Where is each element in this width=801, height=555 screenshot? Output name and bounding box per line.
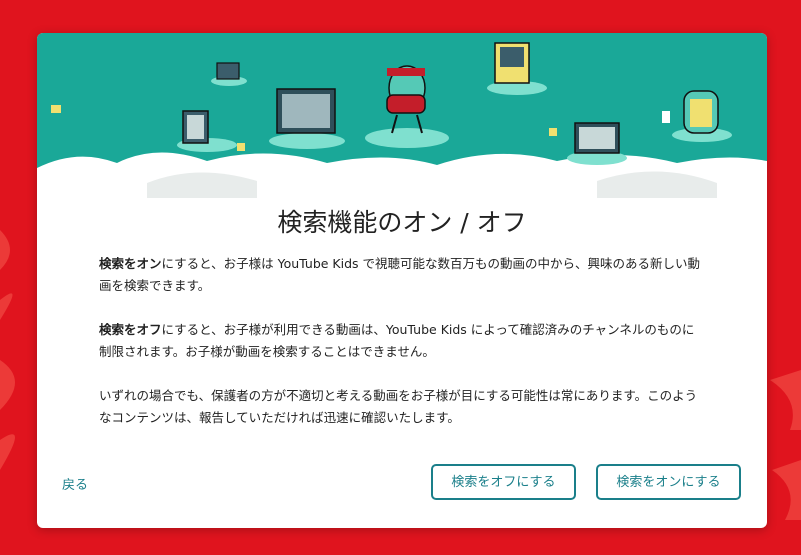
search-on-description: にすると、お子様は YouTube Kids で視聴可能な数百万もの動画の中から… <box>99 256 701 293</box>
paragraph-disclaimer: いずれの場合でも、保護者の方が不適切と考える動画をお子様が目にする可能性は常にあ… <box>99 388 698 425</box>
paragraph-search-off: 検索をオフにすると、お子様が利用できる動画は、YouTube Kids によって… <box>99 319 704 363</box>
search-on-emphasis: 検索をオン <box>99 256 162 271</box>
turn-search-on-button[interactable]: 検索をオンにする <box>596 464 741 500</box>
floating-monitor-right <box>567 122 627 165</box>
turn-search-off-button[interactable]: 検索をオフにする <box>431 464 576 500</box>
search-settings-dialog: 検索機能のオン / オフ 検索をオンにすると、お子様は YouTube Kids… <box>37 33 767 528</box>
dialog-title: 検索機能のオン / オフ <box>277 208 527 237</box>
search-off-emphasis: 検索をオフ <box>99 322 162 337</box>
paragraph-search-on: 検索をオンにすると、お子様は YouTube Kids で視聴可能な数百万もの動… <box>99 253 704 297</box>
floating-monitor <box>269 88 345 149</box>
back-link[interactable]: 戻る <box>62 474 88 493</box>
search-off-description: にすると、お子様が利用できる動画は、YouTube Kids によって確認済みの… <box>99 322 695 359</box>
hero-illustration <box>37 33 767 198</box>
dialog-body: 検索をオンにすると、お子様は YouTube Kids で視聴可能な数百万もの動… <box>99 253 704 451</box>
